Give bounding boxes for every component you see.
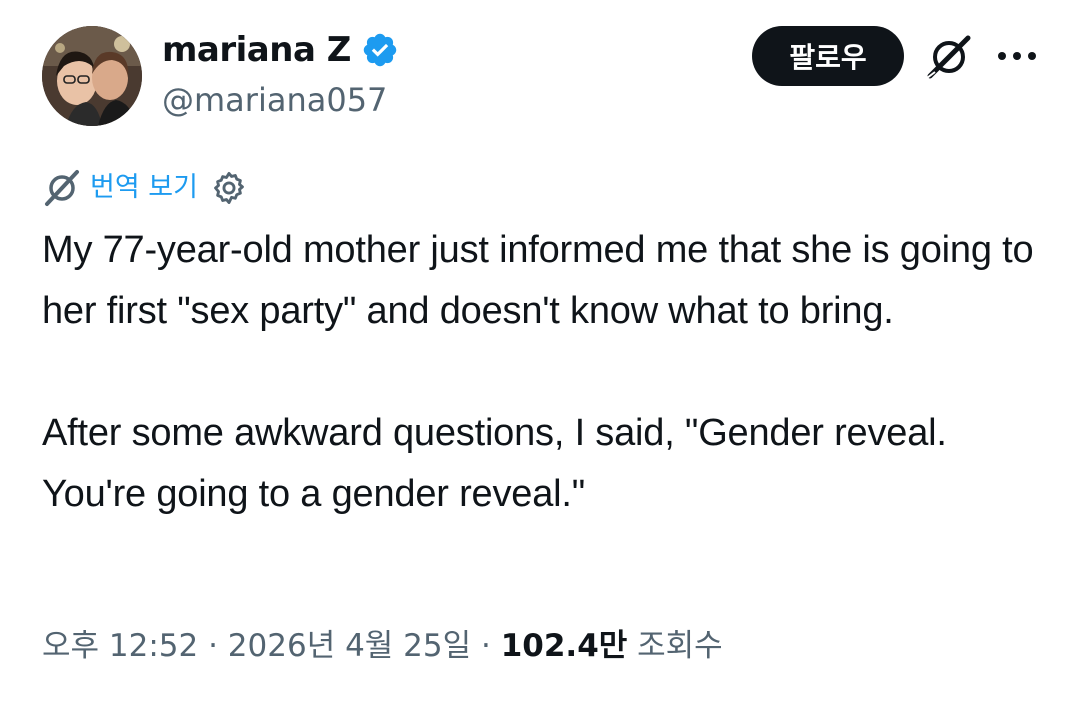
meta-separator: · xyxy=(198,628,228,664)
tweet-text: My 77-year-old mother just informed me t… xyxy=(42,220,1052,525)
author-name-row: mariana Z xyxy=(162,30,399,70)
tweet-date[interactable]: 2026년 4월 25일 xyxy=(228,628,471,664)
more-icon[interactable] xyxy=(996,48,1038,62)
grok-icon[interactable] xyxy=(924,34,974,80)
avatar[interactable] xyxy=(42,26,142,126)
tweet-meta: 오후 12:52 · 2026년 4월 25일 · 102.4만 조회수 xyxy=(42,624,723,668)
verified-badge-icon[interactable] xyxy=(361,31,399,69)
tweet-time[interactable]: 오후 12:52 xyxy=(42,628,198,664)
gear-icon[interactable] xyxy=(210,169,248,207)
avatar-photo xyxy=(42,26,142,126)
author-handle[interactable]: @mariana057 xyxy=(162,80,387,120)
author-display-name[interactable]: mariana Z xyxy=(162,30,351,70)
grok-translate-icon xyxy=(42,168,82,208)
meta-separator: · xyxy=(471,628,501,664)
tweet-paragraph: My 77-year-old mother just informed me t… xyxy=(42,229,1034,332)
translate-row: 번역 보기 xyxy=(42,168,248,208)
views-count[interactable]: 102.4만 xyxy=(501,628,628,664)
views-label[interactable]: 조회수 xyxy=(627,628,723,664)
translate-link[interactable]: 번역 보기 xyxy=(90,168,198,208)
tweet-paragraph: After some awkward questions, I said, "G… xyxy=(42,412,947,515)
follow-button[interactable]: 팔로우 xyxy=(752,26,904,86)
